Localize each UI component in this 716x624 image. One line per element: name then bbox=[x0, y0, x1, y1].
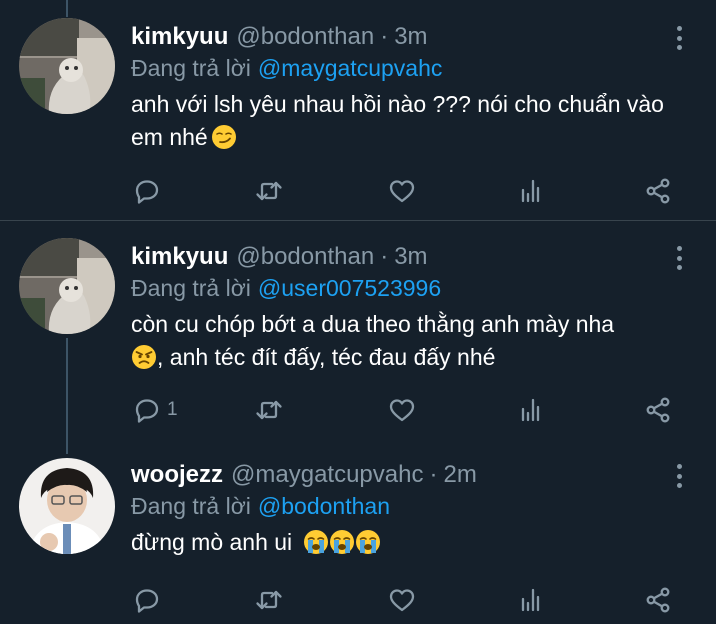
more-icon[interactable] bbox=[668, 246, 690, 270]
reply-icon bbox=[135, 589, 159, 613]
tweet-text-line1: còn cu chóp bớt a dua theo thằng anh mày… bbox=[131, 311, 615, 337]
tweet-actions bbox=[0, 580, 716, 620]
like-button[interactable] bbox=[388, 171, 416, 211]
timestamp[interactable]: 2m bbox=[443, 461, 476, 489]
like-button[interactable] bbox=[388, 390, 416, 430]
share-button[interactable] bbox=[644, 390, 672, 430]
tweet-header: kimkyuu @bodonthan · 3m bbox=[131, 240, 428, 274]
tweet-2[interactable]: kimkyuu @bodonthan · 3m Đang trả lời @us… bbox=[0, 238, 716, 436]
loudly-crying-face-emoji bbox=[303, 530, 328, 554]
replying-to: Đang trả lời @user007523996 bbox=[131, 272, 441, 304]
replying-to-link[interactable]: @bodonthan bbox=[258, 493, 390, 520]
more-icon[interactable] bbox=[668, 464, 690, 488]
reply-icon bbox=[135, 399, 159, 423]
tweet-actions bbox=[0, 171, 716, 211]
display-name[interactable]: woojezz bbox=[131, 461, 223, 489]
smirking-face-emoji bbox=[211, 125, 236, 149]
reply-button[interactable]: 1 bbox=[133, 390, 178, 430]
avatar[interactable] bbox=[19, 18, 115, 114]
display-name[interactable]: kimkyuu bbox=[131, 243, 228, 271]
reply-button[interactable] bbox=[133, 171, 167, 211]
retweet-icon bbox=[256, 400, 282, 420]
tweet-text: anh với lsh yêu nhau hồi nào ??? nói cho… bbox=[131, 88, 691, 154]
like-icon bbox=[389, 589, 415, 612]
avatar[interactable] bbox=[19, 238, 115, 334]
share-icon bbox=[646, 587, 670, 613]
replying-to-link[interactable]: @maygatcupvahc bbox=[258, 55, 442, 82]
like-button[interactable] bbox=[388, 580, 416, 620]
analytics-icon bbox=[521, 398, 540, 422]
user-handle[interactable]: @bodonthan bbox=[236, 23, 374, 51]
separator-dot: · bbox=[429, 461, 438, 488]
retweet-button[interactable] bbox=[255, 580, 283, 620]
divider bbox=[0, 220, 716, 221]
avatar[interactable] bbox=[19, 458, 115, 554]
retweet-icon bbox=[256, 590, 282, 610]
replying-to: Đang trả lời @maygatcupvahc bbox=[131, 52, 442, 84]
replying-to: Đang trả lời @bodonthan bbox=[131, 490, 390, 522]
replying-to-label: Đang trả lời bbox=[131, 492, 251, 519]
separator-dot: · bbox=[380, 243, 389, 270]
tweet-actions: 1 bbox=[0, 390, 716, 430]
tweet-3[interactable]: woojezz @maygatcupvahc · 2m Đang trả lời… bbox=[0, 458, 716, 624]
analytics-icon bbox=[521, 179, 540, 203]
analytics-button[interactable] bbox=[517, 390, 545, 430]
tweet-1[interactable]: kimkyuu @bodonthan · 3m Đang trả lời @ma… bbox=[0, 18, 716, 216]
analytics-icon bbox=[521, 588, 540, 612]
emoji-group bbox=[296, 529, 380, 555]
user-handle[interactable]: @maygatcupvahc bbox=[231, 461, 423, 489]
timestamp[interactable]: 3m bbox=[394, 243, 427, 271]
more-icon[interactable] bbox=[668, 26, 690, 50]
reply-count: 1 bbox=[167, 399, 178, 420]
separator-dot: · bbox=[380, 23, 389, 50]
analytics-button[interactable] bbox=[517, 171, 545, 211]
replying-to-label: Đang trả lời bbox=[131, 54, 251, 81]
reply-icon bbox=[135, 180, 159, 204]
loudly-crying-face-emoji bbox=[329, 530, 354, 554]
reply-button[interactable] bbox=[133, 580, 167, 620]
share-button[interactable] bbox=[644, 580, 672, 620]
share-icon bbox=[646, 397, 670, 423]
thread-line-top bbox=[66, 0, 68, 17]
display-name[interactable]: kimkyuu bbox=[131, 23, 228, 51]
like-icon bbox=[389, 180, 415, 203]
tweet-text-body: đừng mò anh ui bbox=[131, 529, 293, 555]
tweet-text-line2: , anh téc đít đấy, téc đau đấy nhé bbox=[157, 344, 496, 370]
replying-to-link[interactable]: @user007523996 bbox=[258, 275, 441, 302]
replying-to-label: Đang trả lời bbox=[131, 274, 251, 301]
angry-face-emoji bbox=[132, 345, 156, 369]
retweet-button[interactable] bbox=[255, 390, 283, 430]
retweet-icon bbox=[256, 181, 282, 201]
tweet-text: còn cu chóp bớt a dua theo thằng anh mày… bbox=[131, 308, 691, 374]
tweet-header: woojezz @maygatcupvahc · 2m bbox=[131, 458, 477, 492]
user-handle[interactable]: @bodonthan bbox=[236, 243, 374, 271]
tweet-text: đừng mò anh ui bbox=[131, 526, 691, 559]
timestamp[interactable]: 3m bbox=[394, 23, 427, 51]
share-icon bbox=[646, 178, 670, 204]
like-icon bbox=[389, 399, 415, 422]
share-button[interactable] bbox=[644, 171, 672, 211]
loudly-crying-face-emoji bbox=[355, 530, 380, 554]
tweet-header: kimkyuu @bodonthan · 3m bbox=[131, 20, 428, 54]
analytics-button[interactable] bbox=[517, 580, 545, 620]
retweet-button[interactable] bbox=[255, 171, 283, 211]
